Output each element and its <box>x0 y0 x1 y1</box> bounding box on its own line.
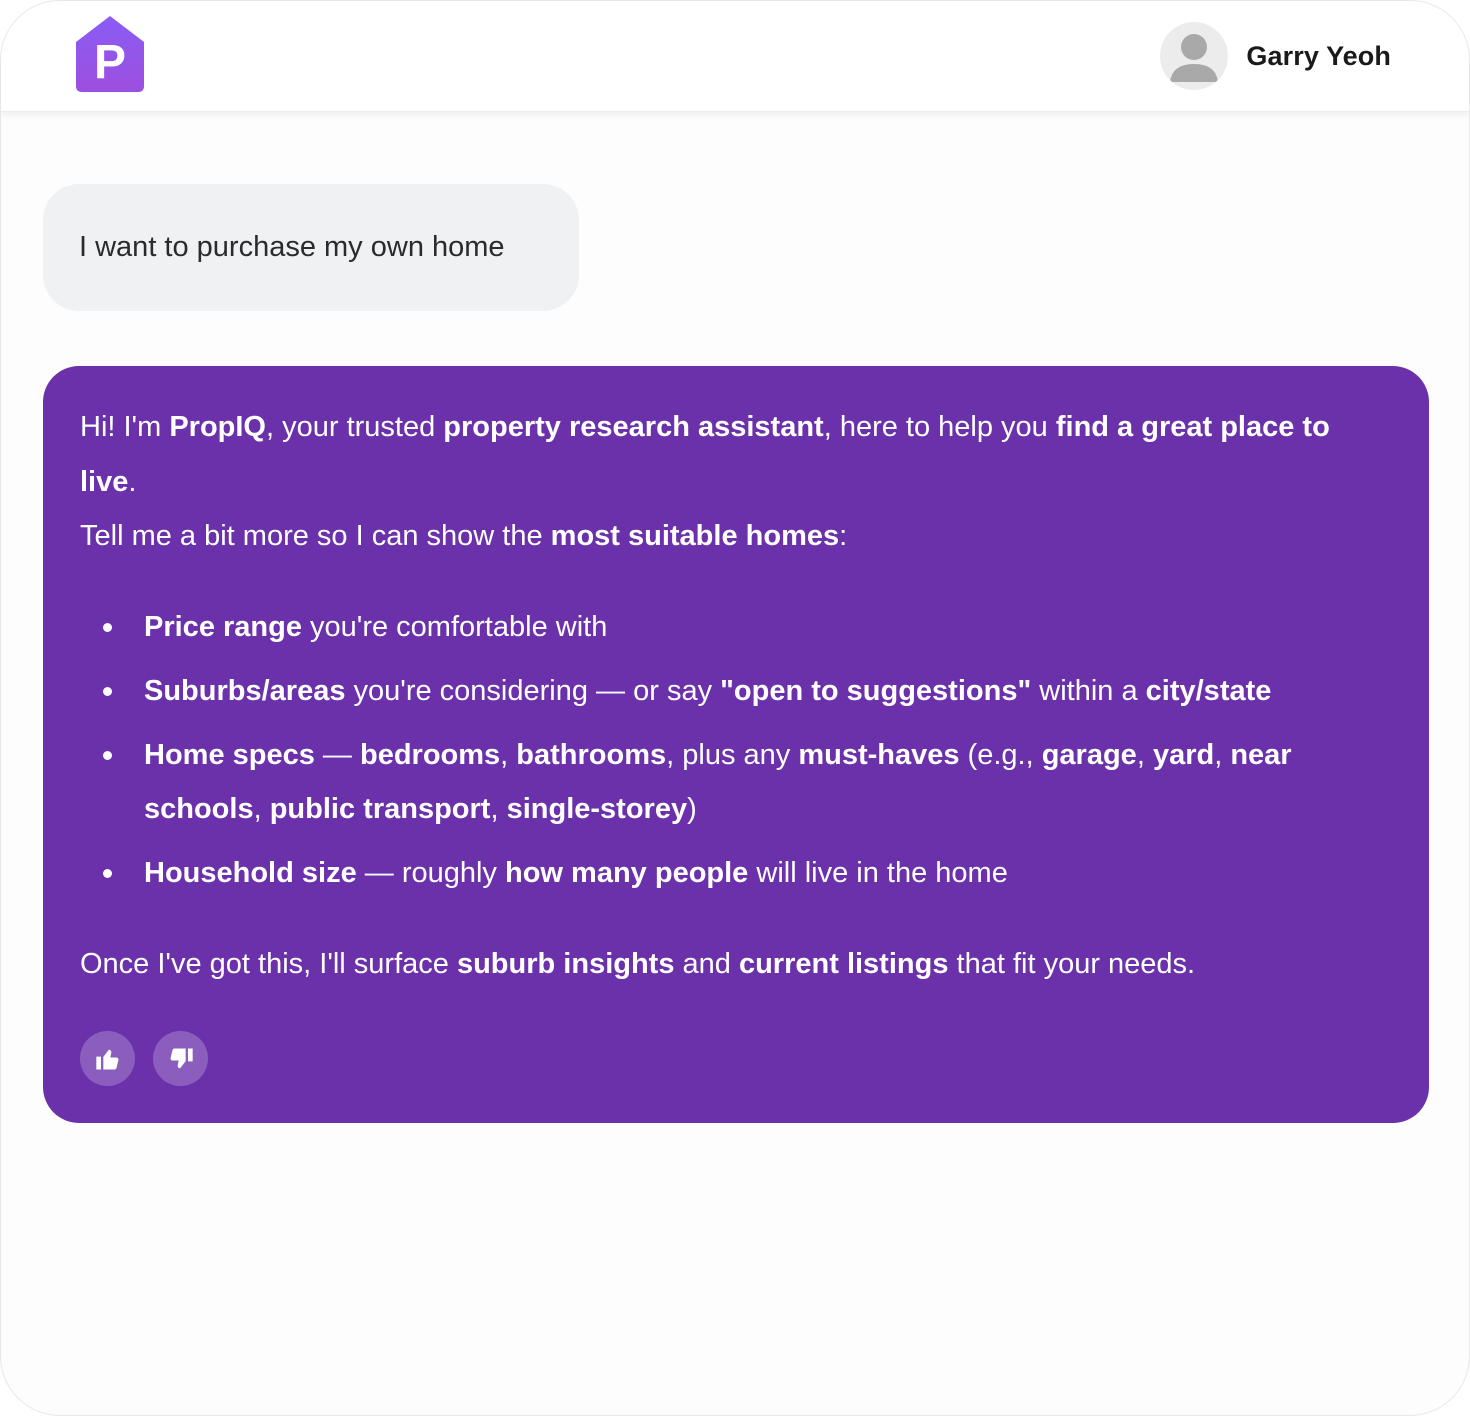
user-message-bubble: I want to purchase my own home <box>43 184 579 311</box>
user-name: Garry Yeoh <box>1246 40 1391 71</box>
like-button[interactable] <box>80 1031 135 1086</box>
thumbs-up-icon <box>95 1049 118 1069</box>
list-item: Suburbs/areas you're considering — or sa… <box>103 664 1393 719</box>
requirements-list: Price range you're comfortable with Subu… <box>80 600 1393 901</box>
assistant-closing: Once I've got this, I'll surface suburb … <box>80 947 1196 980</box>
assistant-prompt: Tell me a bit more so I can show the mos… <box>80 520 848 552</box>
list-item: Price range you're comfortable with <box>103 600 1393 655</box>
feedback-bar <box>80 1031 226 1086</box>
avatar[interactable] <box>1160 22 1229 90</box>
user-message-text: I want to purchase my own home <box>79 231 505 263</box>
logo-letter: P <box>94 36 126 89</box>
assistant-intro: Hi! I'm PropIQ, your trusted property re… <box>80 411 1330 498</box>
user-profile[interactable]: Garry Yeoh <box>1160 21 1391 91</box>
dislike-button[interactable] <box>153 1031 208 1086</box>
thumbs-down-icon <box>170 1048 193 1068</box>
app-window: P Garry Yeoh I want to purchase my own h… <box>0 0 1470 1416</box>
list-item: Home specs — bedrooms, bathrooms, plus a… <box>103 728 1393 837</box>
list-item: Household size — roughly how many people… <box>103 846 1393 901</box>
user-avatar-icon <box>1170 34 1219 82</box>
assistant-message-bubble: Hi! I'm PropIQ, your trusted property re… <box>43 366 1429 1123</box>
propiq-logo[interactable]: P <box>75 15 145 93</box>
top-bar: P Garry Yeoh <box>1 1 1469 112</box>
